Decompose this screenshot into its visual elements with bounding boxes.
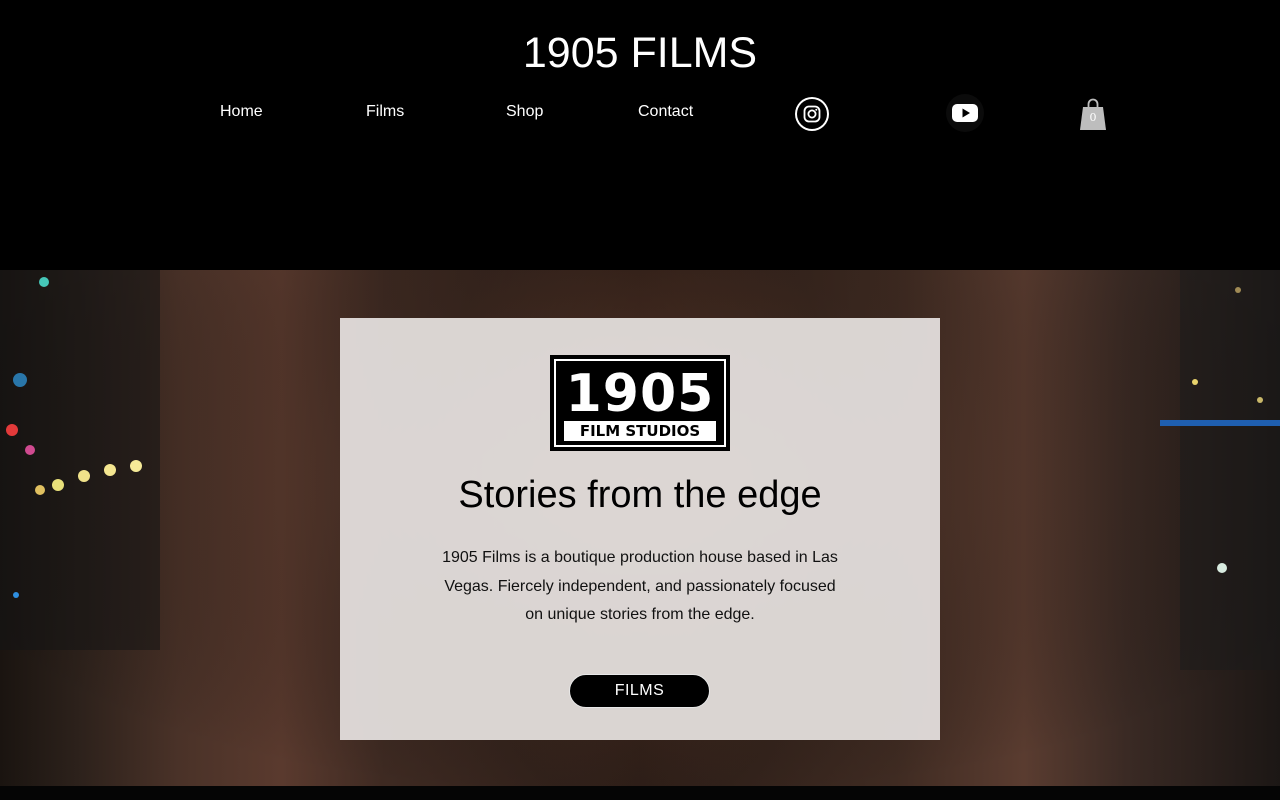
logo-subtitle: FILM STUDIOS [564,421,716,441]
films-button[interactable]: FILMS [569,674,710,708]
studio-logo: 1905 FILM STUDIOS [550,355,730,451]
nav-contact[interactable]: Contact [638,102,693,122]
cart-button[interactable]: 0 [1079,97,1107,131]
cart-count: 0 [1089,111,1097,124]
hero-description: 1905 Films is a boutique production hous… [442,549,838,623]
nav-shop[interactable]: Shop [506,102,543,122]
instagram-icon [797,99,827,129]
nav-films[interactable]: Films [366,102,404,122]
intro-card: 1905 FILM STUDIOS Stories from the edge … [340,318,940,740]
instagram-link[interactable] [795,97,829,131]
hero-headline: Stories from the edge [458,474,822,516]
logo-year: 1905 [565,364,715,424]
site-title[interactable]: 1905 FILMS [0,28,1280,78]
youtube-icon [952,104,978,122]
nav-home[interactable]: Home [220,102,263,122]
youtube-link[interactable] [946,94,984,132]
